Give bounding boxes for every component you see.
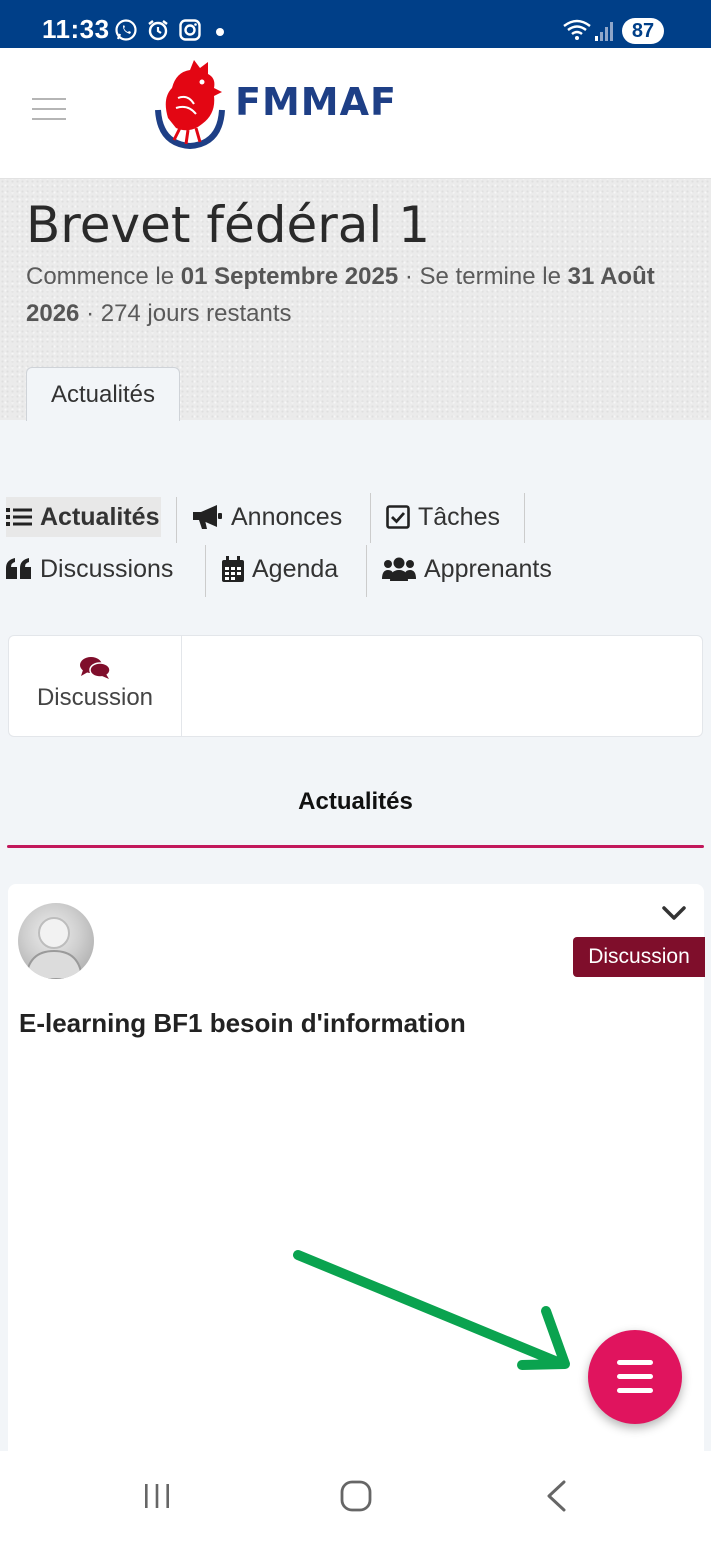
users-icon bbox=[382, 557, 416, 581]
alarm-icon bbox=[148, 20, 168, 41]
page-title: Brevet fédéral 1 bbox=[26, 196, 431, 254]
nav-item-annonces[interactable]: Annonces bbox=[193, 497, 342, 537]
course-dates: Commence le 01 Septembre 2025 · Se termi… bbox=[26, 258, 666, 332]
brand-name[interactable]: FMMAF bbox=[235, 80, 397, 124]
home-icon[interactable] bbox=[340, 1480, 372, 1512]
nav-divider bbox=[370, 493, 371, 543]
comments-icon bbox=[80, 657, 110, 679]
nav-label: Agenda bbox=[252, 554, 339, 583]
nav-label: Apprenants bbox=[424, 554, 552, 583]
nav-item-actualites[interactable]: Actualités bbox=[6, 497, 162, 537]
bullhorn-icon bbox=[193, 505, 222, 529]
hamburger-menu-icon[interactable] bbox=[32, 98, 66, 122]
wifi-icon bbox=[563, 19, 591, 40]
user-avatar-icon bbox=[24, 917, 84, 979]
nav-label: Tâches bbox=[418, 502, 500, 531]
recents-icon[interactable] bbox=[142, 1482, 172, 1510]
nav-item-agenda[interactable]: Agenda bbox=[222, 549, 338, 589]
nav-label: Actualités bbox=[40, 502, 160, 531]
instagram-icon bbox=[179, 19, 201, 41]
whatsapp-icon bbox=[115, 19, 137, 41]
status-time: 11:33 bbox=[42, 14, 110, 44]
chevron-down-icon[interactable] bbox=[660, 902, 688, 924]
feed-title: Actualités bbox=[298, 788, 413, 815]
calendar-icon bbox=[222, 556, 244, 582]
status-badge: Discussion bbox=[573, 937, 705, 977]
battery-indicator: 87 bbox=[622, 18, 664, 44]
nav-divider bbox=[176, 497, 177, 543]
start-date: 01 Septembre 2025 bbox=[180, 263, 399, 290]
end-prefix: · Se termine le bbox=[404, 263, 561, 290]
quote-icon bbox=[6, 558, 31, 579]
list-icon bbox=[6, 508, 32, 526]
nav-divider bbox=[524, 493, 525, 543]
back-icon[interactable] bbox=[544, 1480, 568, 1512]
remaining-days: · 274 jours restants bbox=[86, 300, 292, 327]
notification-dot bbox=[216, 28, 224, 36]
nav-item-apprenants[interactable]: Apprenants bbox=[382, 549, 552, 589]
floating-menu-button[interactable] bbox=[588, 1330, 682, 1424]
feed-underline bbox=[7, 845, 704, 848]
nav-divider bbox=[205, 545, 206, 597]
nav-label: Annonces bbox=[231, 502, 343, 531]
signal-icon bbox=[595, 22, 613, 41]
post-title[interactable]: E-learning BF1 besoin d'information bbox=[19, 1008, 466, 1039]
nav-label: Discussions bbox=[40, 554, 174, 583]
nav-item-taches[interactable]: Tâches bbox=[386, 497, 500, 537]
annotation-arrow-icon bbox=[293, 1250, 570, 1370]
checkbox-icon bbox=[386, 505, 410, 529]
avatar bbox=[18, 903, 94, 979]
nav-item-discussions[interactable]: Discussions bbox=[6, 549, 173, 589]
tab-actualites[interactable]: Actualités bbox=[26, 367, 180, 421]
rooster-logo-icon[interactable] bbox=[150, 58, 230, 152]
nav-divider bbox=[366, 545, 367, 597]
discussion-label: Discussion bbox=[36, 684, 154, 711]
start-prefix: Commence le bbox=[26, 263, 175, 290]
